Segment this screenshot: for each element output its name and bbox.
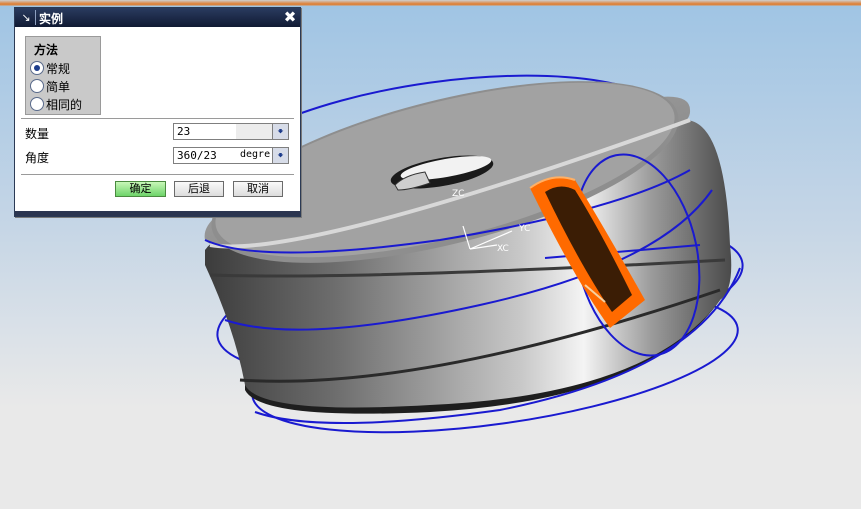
angle-dropdown-icon[interactable]: 🠻 bbox=[272, 148, 288, 163]
window-top-edge bbox=[0, 0, 861, 6]
radio-simple-label: 简单 bbox=[46, 80, 71, 94]
method-group-title: 方法 bbox=[34, 43, 59, 57]
radio-identical[interactable] bbox=[30, 97, 44, 111]
angle-unit: degre bbox=[240, 149, 272, 162]
angle-field[interactable]: 360/23 degre 🠻 bbox=[173, 147, 289, 164]
cancel-button[interactable]: 取消 bbox=[233, 181, 283, 197]
angle-value: 360/23 bbox=[177, 149, 217, 162]
instance-dialog: ↘ 实例 ✖ 方法 常规 简单 相同的 数量 23 🠻 角度 360/23 de… bbox=[14, 7, 301, 217]
close-icon[interactable]: ✖ bbox=[283, 10, 297, 25]
dialog-title: 实例 bbox=[39, 12, 64, 26]
radio-regular-label: 常规 bbox=[46, 62, 71, 76]
title-separator bbox=[35, 10, 36, 25]
dialog-bottom-bar bbox=[15, 211, 300, 216]
method-group: 方法 常规 简单 相同的 bbox=[25, 36, 101, 115]
angle-label: 角度 bbox=[25, 151, 50, 165]
separator bbox=[21, 174, 294, 176]
radio-simple[interactable] bbox=[30, 79, 44, 93]
radio-identical-label: 相同的 bbox=[46, 98, 83, 112]
axis-label-z: ZC bbox=[452, 189, 464, 199]
radio-regular[interactable] bbox=[30, 61, 44, 75]
dialog-menu-icon[interactable]: ↘ bbox=[19, 11, 33, 24]
dialog-titlebar[interactable]: ↘ 实例 ✖ bbox=[15, 8, 300, 27]
quantity-value: 23 bbox=[177, 125, 191, 138]
ok-button[interactable]: 确定 bbox=[115, 181, 166, 197]
quantity-dropdown-icon[interactable]: 🠻 bbox=[272, 124, 288, 139]
quantity-field[interactable]: 23 🠻 bbox=[173, 123, 289, 140]
axis-label-y: YC bbox=[518, 224, 530, 234]
separator bbox=[21, 118, 294, 120]
back-button[interactable]: 后退 bbox=[174, 181, 224, 197]
field-shade bbox=[236, 124, 272, 139]
quantity-label: 数量 bbox=[25, 127, 50, 141]
axis-label-x: XC bbox=[497, 244, 509, 254]
